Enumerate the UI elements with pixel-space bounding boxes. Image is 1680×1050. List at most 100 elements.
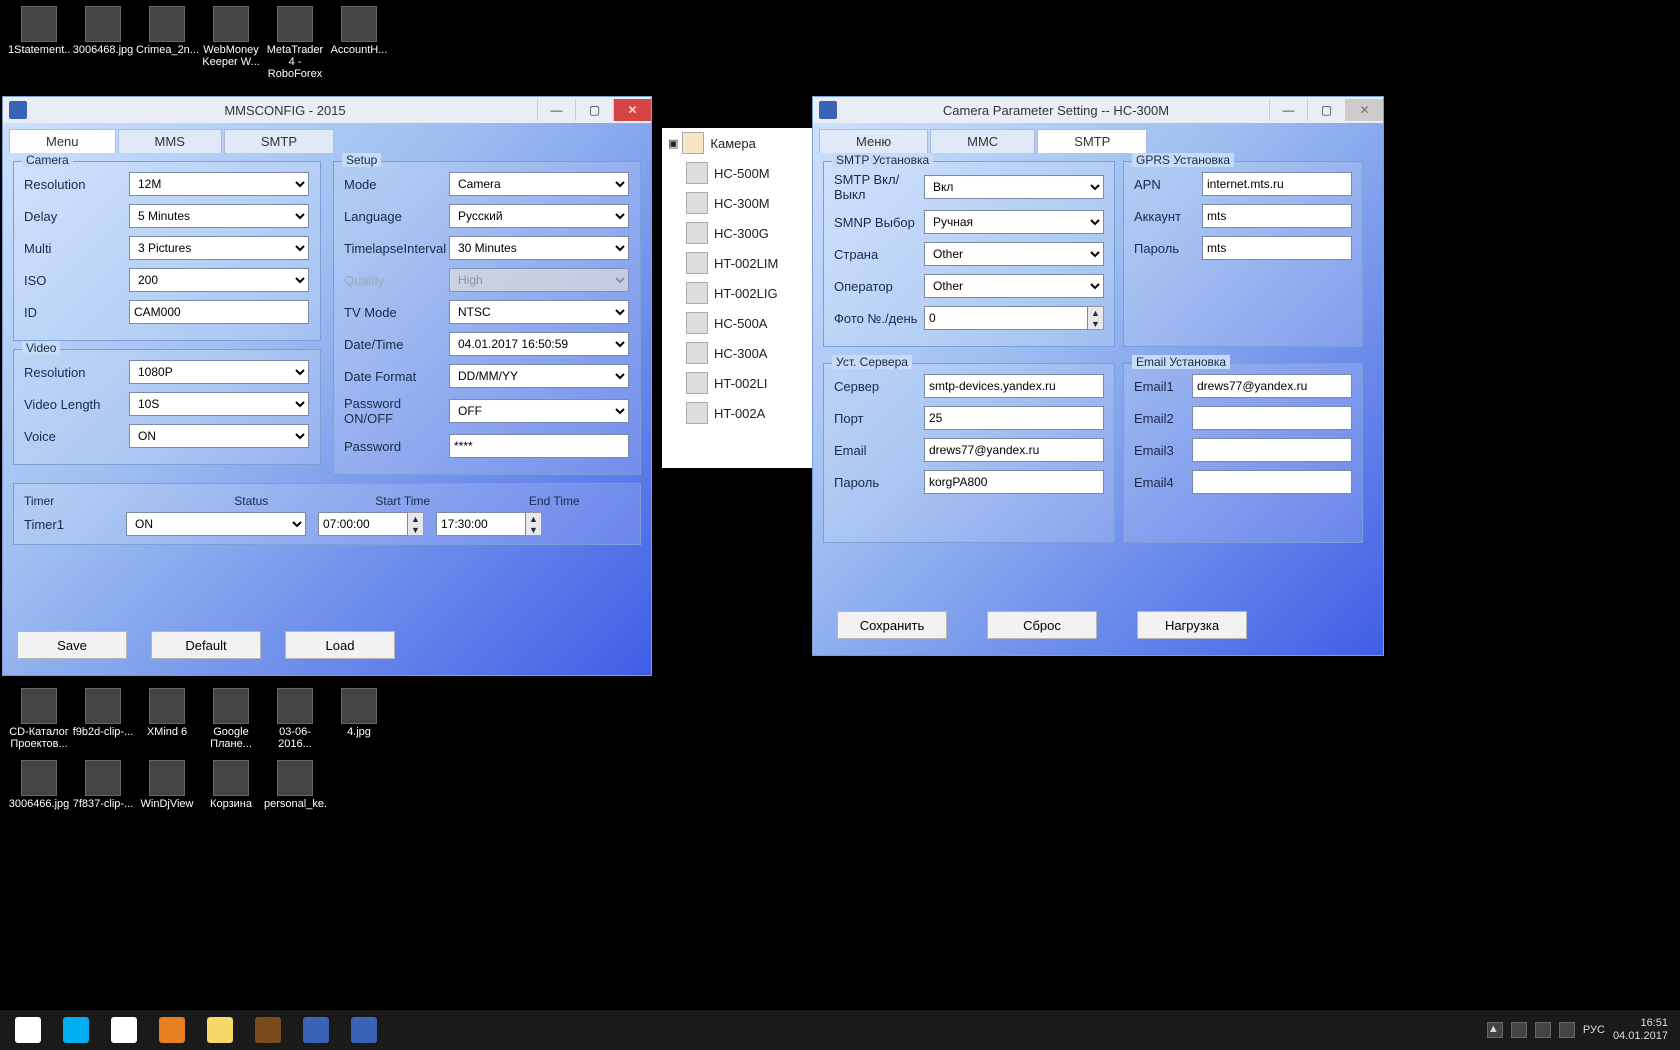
desktop-icon[interactable]: MetaTrader 4 - RoboForex [264,6,326,80]
input-account[interactable] [1202,204,1352,228]
input-server[interactable] [924,374,1104,398]
default-button[interactable]: Default [151,631,261,659]
tray-chevron-up-icon[interactable]: ▲ [1487,1022,1503,1038]
desktop-icon[interactable]: 3006468.jpg [72,6,134,56]
tab-smtp[interactable]: SMTP [224,129,334,153]
spinner-end[interactable]: ▲▼ [526,512,542,536]
select-timer-status[interactable]: ON [126,512,306,536]
select-timelapse[interactable]: 30 Minutes [449,236,629,260]
select-multi[interactable]: 3 Pictures [129,236,309,260]
desktop-icon[interactable]: WebMoney Keeper W... [200,6,262,68]
tab-smtp[interactable]: SMTP [1037,129,1147,153]
tab-mmc[interactable]: ММС [930,129,1035,153]
desktop-icon[interactable]: 1Statement... [8,6,70,56]
select-vlen[interactable]: 10S [129,392,309,416]
tray-volume-icon[interactable] [1559,1022,1575,1038]
spinner-start[interactable]: ▲▼ [408,512,424,536]
select-vres[interactable]: 1080P [129,360,309,384]
input-email[interactable] [924,438,1104,462]
select-pwonoff[interactable]: OFF [449,399,629,423]
close-button[interactable]: ✕ [613,99,651,121]
select-voice[interactable]: ON [129,424,309,448]
desktop-icon[interactable]: f9b2d-clip-... [72,688,134,738]
explorer-item[interactable]: HC-300A [662,338,812,368]
taskbar-app4[interactable] [148,1012,196,1048]
input-port[interactable] [924,406,1104,430]
tree-collapse-icon[interactable]: ▣ [668,137,678,150]
explorer-item[interactable]: HC-500A [662,308,812,338]
minimize-button[interactable]: — [537,99,575,121]
desktop-icon[interactable]: 03-06-2016... [264,688,326,750]
select-dateformat[interactable]: DD/MM/YY [449,364,629,388]
tray-app-icon[interactable] [1511,1022,1527,1038]
input-email2[interactable] [1192,406,1352,430]
taskbar-mmsconfig[interactable] [292,1012,340,1048]
input-end-time[interactable] [436,512,526,536]
save-button[interactable]: Сохранить [837,611,947,639]
input-start-time[interactable] [318,512,408,536]
explorer-item[interactable]: HT-002LIG [662,278,812,308]
taskbar-skype[interactable] [52,1012,100,1048]
explorer-item[interactable]: HC-300M [662,188,812,218]
input-srv-pw[interactable] [924,470,1104,494]
explorer-item[interactable]: HC-500M [662,158,812,188]
input-apn[interactable] [1202,172,1352,196]
input-id[interactable] [129,300,309,324]
titlebar[interactable]: MMSCONFIG - 2015 — ▢ ✕ [3,97,651,123]
tray-clock[interactable]: 16:51 04.01.2017 [1613,1017,1668,1043]
explorer-item[interactable]: HT-002LI [662,368,812,398]
titlebar[interactable]: Camera Parameter Setting -- HC-300M — ▢ … [813,97,1383,123]
reset-button[interactable]: Сброс [987,611,1097,639]
tab-menu[interactable]: Menu [9,129,116,153]
desktop-icon[interactable]: XMind 6 [136,688,198,738]
spinner-photos[interactable]: ▲▼ [1088,306,1104,330]
select-operator[interactable]: Other [924,274,1104,298]
maximize-button[interactable]: ▢ [575,99,613,121]
select-resolution[interactable]: 12M [129,172,309,196]
tab-menu[interactable]: Меню [819,129,928,153]
save-button[interactable]: Save [17,631,127,659]
input-photos-day[interactable] [924,306,1088,330]
desktop-icon[interactable]: personal_ke... [264,760,326,810]
desktop-icon[interactable]: CD-Каталог Проектов... [8,688,70,750]
taskbar-app6[interactable] [244,1012,292,1048]
desktop-icon[interactable]: Google Плане... [200,688,262,750]
explorer-item[interactable]: HT-002LIM [662,248,812,278]
select-tvmode[interactable]: NTSC [449,300,629,324]
maximize-button[interactable]: ▢ [1307,99,1345,121]
tray-lang[interactable]: РУС [1583,1024,1605,1036]
input-email3[interactable] [1192,438,1352,462]
minimize-button[interactable]: — [1269,99,1307,121]
explorer-root[interactable]: ▣ Камера [662,128,812,158]
explorer-item[interactable]: HT-002A [662,398,812,428]
taskbar-cameraparam[interactable] [340,1012,388,1048]
load-button[interactable]: Load [285,631,395,659]
tab-mms[interactable]: MMS [118,129,222,153]
taskbar-explorer[interactable] [196,1012,244,1048]
close-button[interactable]: ✕ [1345,99,1383,121]
desktop-icon[interactable]: 4.jpg [328,688,390,738]
taskbar-yandex[interactable] [100,1012,148,1048]
input-email1[interactable] [1192,374,1352,398]
select-mode[interactable]: Camera [449,172,629,196]
select-country[interactable]: Other [924,242,1104,266]
select-delay[interactable]: 5 Minutes [129,204,309,228]
tray-network-icon[interactable] [1535,1022,1551,1038]
explorer-item[interactable]: HC-300G [662,218,812,248]
select-lang[interactable]: Русский [449,204,629,228]
desktop-icon[interactable]: Crimea_2n... [136,6,198,56]
input-email4[interactable] [1192,470,1352,494]
desktop-icon[interactable]: 3006466.jpg [8,760,70,810]
desktop-icon[interactable]: 7f837-clip-... [72,760,134,810]
select-datetime[interactable]: 04.01.2017 16:50:59 [449,332,629,356]
input-password[interactable] [449,434,629,458]
desktop-icon[interactable]: Корзина [200,760,262,810]
select-smnp-mode[interactable]: Ручная [924,210,1104,234]
desktop-icon[interactable]: WinDjView [136,760,198,810]
input-gprs-pw[interactable] [1202,236,1352,260]
desktop-icon[interactable]: AccountH... [328,6,390,56]
load-button[interactable]: Нагрузка [1137,611,1247,639]
select-smtp-onoff[interactable]: Вкл [924,175,1104,199]
select-iso[interactable]: 200 [129,268,309,292]
start-button[interactable] [4,1012,52,1048]
